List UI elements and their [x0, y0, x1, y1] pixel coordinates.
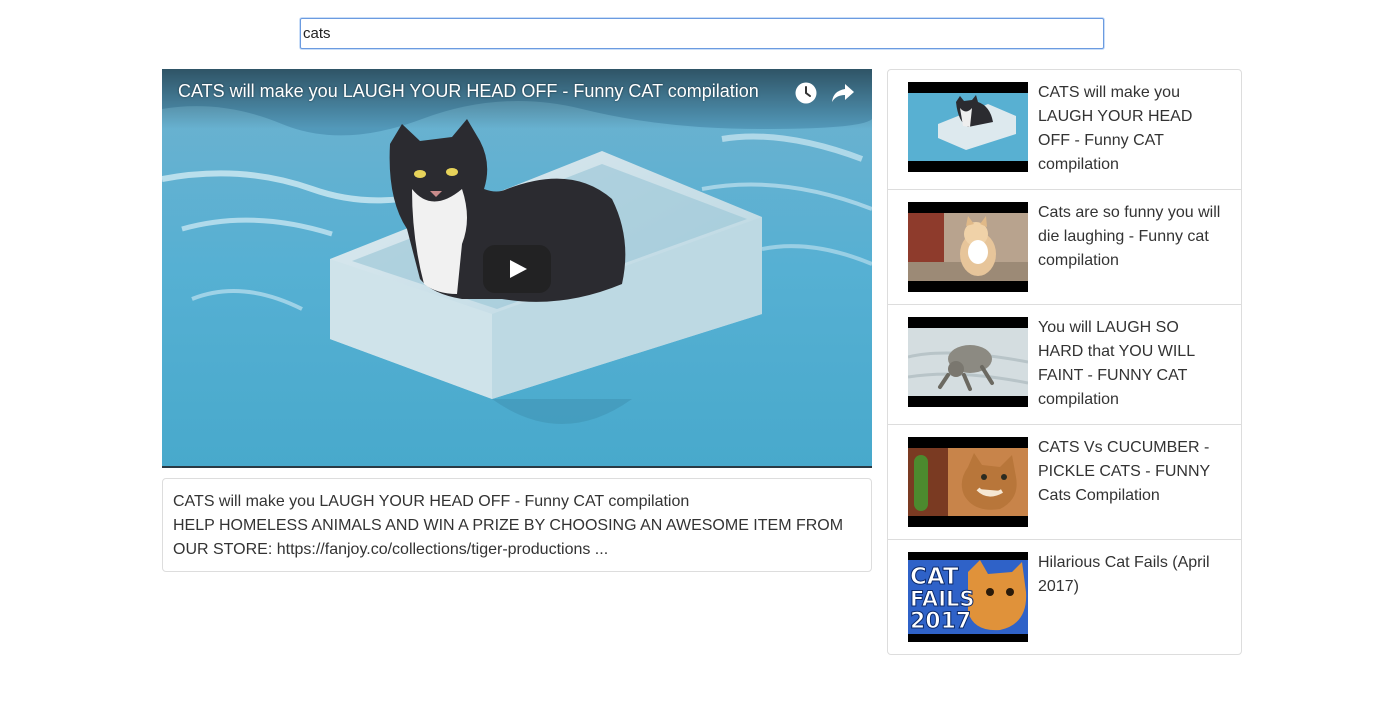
video-list-item[interactable]: CATS Vs CUCUMBER - PICKLE CATS - FUNNY C… [888, 424, 1241, 539]
video-list-item-title[interactable]: CATS Vs CUCUMBER - PICKLE CATS - FUNNY C… [1038, 436, 1221, 527]
video-list-item-title[interactable]: Hilarious Cat Fails (April 2017) [1038, 551, 1221, 642]
video-details: CATS will make you LAUGH YOUR HEAD OFF -… [162, 478, 872, 572]
player-title[interactable]: CATS will make you LAUGH YOUR HEAD OFF -… [178, 81, 759, 102]
video-list-item-title[interactable]: Cats are so funny you will die laughing … [1038, 201, 1221, 292]
clock-icon[interactable] [794, 81, 818, 105]
thumb-text-line3: 2017 [910, 609, 971, 634]
play-button[interactable] [483, 245, 551, 293]
video-list-item[interactable]: CATS will make you LAUGH YOUR HEAD OFF -… [888, 70, 1241, 189]
video-description: HELP HOMELESS ANIMALS AND WIN A PRIZE BY… [173, 517, 844, 558]
video-thumbnail[interactable] [908, 437, 1028, 527]
video-thumbnail[interactable] [908, 82, 1028, 172]
video-thumbnail[interactable] [908, 202, 1028, 292]
play-icon [510, 260, 527, 278]
video-list: CATS will make you LAUGH YOUR HEAD OFF -… [887, 69, 1242, 655]
video-list-item[interactable]: You will LAUGH SO HARD that YOU WILL FAI… [888, 304, 1241, 424]
player-divider [162, 466, 872, 468]
video-list-item[interactable]: Cats are so funny you will die laughing … [888, 189, 1241, 304]
video-player[interactable]: CATS will make you LAUGH YOUR HEAD OFF -… [162, 69, 872, 468]
video-list-item-title[interactable]: You will LAUGH SO HARD that YOU WILL FAI… [1038, 316, 1221, 412]
video-title: CATS will make you LAUGH YOUR HEAD OFF -… [173, 493, 690, 510]
share-arrow-icon[interactable] [830, 81, 856, 105]
search-bar [300, 18, 1104, 49]
search-input[interactable] [300, 18, 1104, 49]
video-thumbnail[interactable]: CAT FAILS 2017 [908, 552, 1028, 642]
thumb-text-line2: FAILS [910, 587, 975, 611]
video-list-item[interactable]: CAT FAILS 2017 Hilarious Cat Fails (Apri… [888, 539, 1241, 654]
video-thumbnail[interactable] [908, 317, 1028, 407]
video-list-item-title[interactable]: CATS will make you LAUGH YOUR HEAD OFF -… [1038, 81, 1221, 177]
